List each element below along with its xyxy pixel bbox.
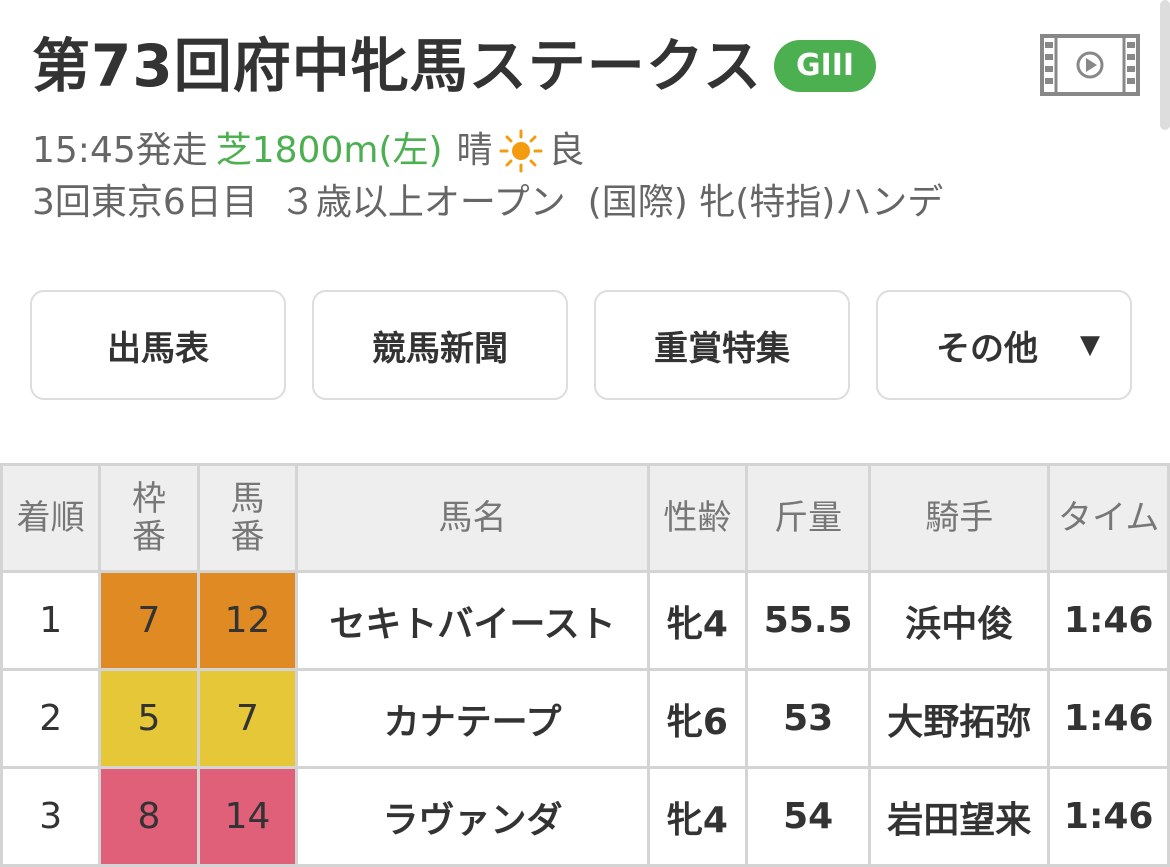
scrollbar[interactable] — [1160, 0, 1170, 130]
header-horse: 馬名 — [295, 463, 650, 573]
header-jockey: 騎手 — [868, 463, 1051, 573]
meeting-info: 3回東京6日目 — [32, 182, 258, 223]
table-header-row: 着順 枠番 馬番 馬名 性齢 斤量 騎手 タイム — [0, 463, 1170, 573]
weight-cell: 55.5 — [745, 570, 872, 671]
nav-label: 重賞特集 — [654, 328, 790, 369]
results-table: 着順 枠番 馬番 馬名 性齢 斤量 騎手 タイム 1 7 12 セキトバイースト… — [0, 463, 1170, 867]
umaban-cell: 14 — [196, 766, 299, 867]
horse-name-link[interactable]: ラヴァンダ — [295, 766, 650, 867]
nav-label: 出馬表 — [107, 328, 209, 369]
table-row: 2 5 7 カナテープ 牝6 53 大野拓弥 1:46 — [0, 668, 1170, 769]
start-time: 15:45発走 — [32, 130, 208, 171]
nav-entries-button[interactable]: 出馬表 — [30, 290, 286, 400]
umaban-cell: 7 — [196, 668, 299, 769]
rank-cell: 2 — [0, 668, 102, 769]
nav-label: 競馬新聞 — [372, 328, 508, 369]
nav-feature-button[interactable]: 重賞特集 — [594, 290, 850, 400]
nav-newspaper-button[interactable]: 競馬新聞 — [312, 290, 568, 400]
race-nav: 出馬表 競馬新聞 重賞特集 その他 ▼ — [30, 290, 1132, 400]
rank-cell: 3 — [0, 766, 102, 867]
waku-cell: 7 — [98, 570, 200, 671]
header-umaban: 馬番 — [196, 463, 299, 573]
time-cell: 1:46 — [1047, 570, 1170, 671]
weight-cell: 53 — [745, 668, 872, 769]
header-sexage: 性齢 — [646, 463, 749, 573]
race-meta-line: 3回東京6日目 ３歳以上オープン (国際) 牝(特指)ハンデ — [32, 180, 943, 226]
sex-age-cell: 牝4 — [646, 570, 749, 671]
umaban-cell: 12 — [196, 570, 299, 671]
sun-icon — [499, 129, 543, 173]
nav-more-dropdown[interactable]: その他 ▼ — [876, 290, 1132, 400]
waku-cell: 8 — [98, 766, 200, 867]
race-class: ３歳以上オープン — [279, 182, 566, 223]
weight-cell: 54 — [745, 766, 872, 867]
weather-label: 晴 — [456, 130, 493, 171]
jockey-link[interactable]: 岩田望来 — [868, 766, 1051, 867]
track-condition: 良 — [548, 130, 585, 171]
race-info-line: 15:45発走 芝1800m(左) 晴 良 — [32, 128, 585, 174]
race-conditions: (国際) 牝(特指)ハンデ — [587, 182, 944, 223]
waku-cell: 5 — [98, 668, 200, 769]
header-rank: 着順 — [0, 463, 102, 573]
rank-cell: 1 — [0, 570, 102, 671]
horse-name-link[interactable]: セキトバイースト — [295, 570, 650, 671]
sex-age-cell: 牝4 — [646, 766, 749, 867]
race-title-row: 第73回府中牝馬ステークス GIII — [32, 28, 877, 104]
time-cell: 1:46 — [1047, 668, 1170, 769]
race-title: 第73回府中牝馬ステークス — [32, 32, 762, 100]
sex-age-cell: 牝6 — [646, 668, 749, 769]
time-cell: 1:46 — [1047, 766, 1170, 867]
course-info: 芝1800m(左) — [215, 130, 443, 171]
header-waku: 枠番 — [98, 463, 200, 573]
video-film-icon[interactable] — [1040, 34, 1140, 96]
jockey-link[interactable]: 大野拓弥 — [868, 668, 1051, 769]
chevron-down-icon: ▼ — [1080, 330, 1100, 360]
table-row: 1 7 12 セキトバイースト 牝4 55.5 浜中俊 1:46 — [0, 570, 1170, 671]
grade-badge: GIII — [773, 40, 877, 92]
nav-label: その他 — [936, 328, 1038, 369]
horse-name-link[interactable]: カナテープ — [295, 668, 650, 769]
jockey-link[interactable]: 浜中俊 — [868, 570, 1051, 671]
header-weight: 斤量 — [745, 463, 872, 573]
header-time: タイム — [1047, 463, 1170, 573]
table-row: 3 8 14 ラヴァンダ 牝4 54 岩田望来 1:46 — [0, 766, 1170, 867]
